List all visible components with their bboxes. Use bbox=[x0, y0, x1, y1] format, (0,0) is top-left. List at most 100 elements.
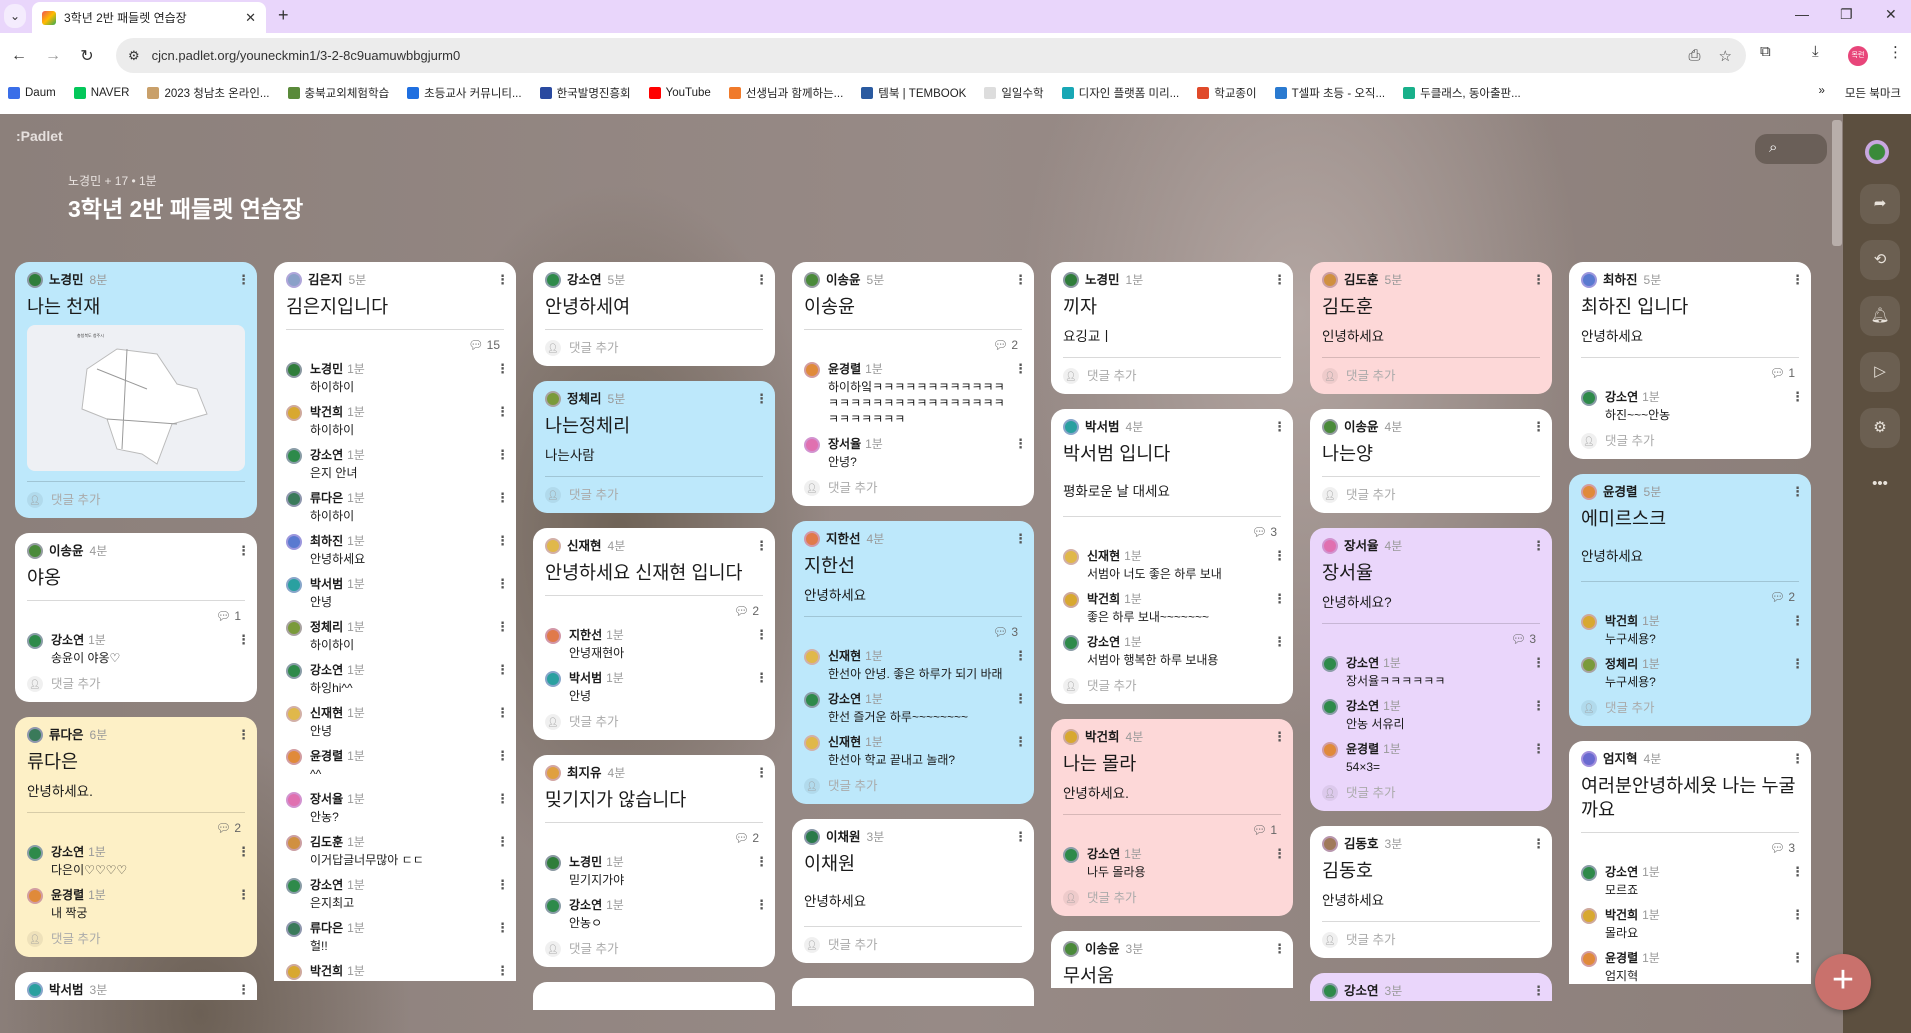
add-comment-button[interactable]: 👤︎ 댓글 추가 bbox=[1322, 368, 1540, 384]
restore-button[interactable]: ❐ bbox=[1840, 6, 1853, 23]
post-menu-icon[interactable]: ⋮ bbox=[1532, 420, 1545, 434]
bookmark-item[interactable]: 초등교사 커뮤니티... bbox=[407, 85, 522, 101]
comment-menu-icon[interactable]: ⋮ bbox=[496, 792, 509, 825]
comment-menu-icon[interactable]: ⋮ bbox=[1273, 592, 1286, 625]
comment-menu-icon[interactable]: ⋮ bbox=[496, 663, 509, 696]
comment-menu-icon[interactable]: ⋮ bbox=[755, 855, 768, 888]
post-card[interactable] bbox=[792, 978, 1034, 1006]
comment-menu-icon[interactable]: ⋮ bbox=[1791, 657, 1804, 690]
post-card[interactable]: 노경민 8분 ⋮ 나는 천재 충청북도 청주시 👤︎ 댓글 추가 bbox=[15, 262, 257, 518]
add-comment-button[interactable]: 👤︎ 댓글 추가 bbox=[545, 941, 763, 957]
add-comment-button[interactable]: 👤︎ 댓글 추가 bbox=[804, 937, 1022, 953]
add-comment-button[interactable]: 👤︎ 댓글 추가 bbox=[545, 340, 763, 356]
comment-menu-icon[interactable]: ⋮ bbox=[1791, 951, 1804, 984]
post-card[interactable]: 김도훈 5분 ⋮ 김도훈 인녕하세요 👤︎ 댓글 추가 bbox=[1310, 262, 1552, 394]
post-card[interactable]: 윤경렬 5분 ⋮ 에미르스크 안녕하세요 💬︎ 2 박건희 1분 누구세용? ⋮ 정체리 1분 누구세용… bbox=[1569, 474, 1811, 726]
comment-menu-icon[interactable]: ⋮ bbox=[1532, 699, 1545, 732]
post-menu-icon[interactable]: ⋮ bbox=[1532, 984, 1545, 998]
post-menu-icon[interactable]: ⋮ bbox=[1532, 273, 1545, 287]
comment-menu-icon[interactable]: ⋮ bbox=[496, 362, 509, 395]
post-image[interactable]: 충청북도 청주시 bbox=[27, 325, 245, 471]
bookmark-item[interactable]: NAVER bbox=[73, 86, 129, 99]
scrollbar[interactable] bbox=[1832, 120, 1842, 246]
post-card[interactable]: 노경민 1분 ⋮ 끼자 요깅교ㅣ 👤︎ 댓글 추가 bbox=[1051, 262, 1293, 394]
forward-button[interactable]: → bbox=[38, 47, 68, 65]
comment-menu-icon[interactable]: ⋮ bbox=[496, 749, 509, 782]
comment-menu-icon[interactable]: ⋮ bbox=[496, 534, 509, 567]
post-menu-icon[interactable]: ⋮ bbox=[1014, 273, 1027, 287]
comment-menu-icon[interactable]: ⋮ bbox=[1273, 549, 1286, 582]
search-button[interactable]: ⌕ bbox=[1755, 134, 1827, 164]
comment-menu-icon[interactable]: ⋮ bbox=[1014, 362, 1027, 427]
comment-menu-icon[interactable]: ⋮ bbox=[237, 845, 250, 878]
post-card[interactable]: 류다은 6분 ⋮ 류다은 안녕하세요. 💬︎ 2 강소연 1분 다은이♡♡♡♡ ⋮ 윤경렬 1분 내 짝… bbox=[15, 717, 257, 957]
comment-menu-icon[interactable]: ⋮ bbox=[1532, 656, 1545, 689]
bookmark-item[interactable]: 두클래스, 동아출판... bbox=[1403, 85, 1521, 101]
post-card[interactable]: 최지유 4분 ⋮ 밎기지가 않습니다 💬︎ 2 노경민 1분 믿기지가야 ⋮ 강소연 1분 안농ㅇ ⋮ 👤… bbox=[533, 755, 775, 967]
comment-menu-icon[interactable]: ⋮ bbox=[1791, 908, 1804, 941]
tab-close-icon[interactable]: ✕ bbox=[245, 10, 256, 26]
post-card[interactable]: 신재현 4분 ⋮ 안녕하세요 신재현 입니다 💬︎ 2 지한선 1분 안녕재현아 ⋮ 박서범 1분 안… bbox=[533, 528, 775, 740]
profile-avatar[interactable]: 목련 bbox=[1848, 46, 1868, 66]
extensions-icon[interactable]: ⧉ bbox=[1760, 43, 1771, 60]
comment-menu-icon[interactable]: ⋮ bbox=[1014, 735, 1027, 768]
post-menu-icon[interactable]: ⋮ bbox=[1014, 830, 1027, 844]
close-window-button[interactable]: ✕ bbox=[1885, 6, 1897, 23]
post-menu-icon[interactable]: ⋮ bbox=[1014, 532, 1027, 546]
add-comment-button[interactable]: 👤︎ 댓글 추가 bbox=[27, 931, 245, 947]
share-button[interactable]: ➦ bbox=[1860, 184, 1900, 224]
site-info-icon[interactable]: ⚙ bbox=[128, 48, 140, 64]
comment-menu-icon[interactable]: ⋮ bbox=[1791, 865, 1804, 898]
reload-button[interactable]: ↻ bbox=[72, 46, 102, 66]
comment-menu-icon[interactable]: ⋮ bbox=[1532, 742, 1545, 775]
post-menu-icon[interactable]: ⋮ bbox=[237, 273, 250, 287]
user-avatar[interactable] bbox=[1865, 140, 1889, 164]
add-comment-button[interactable]: 👤︎ 댓글 추가 bbox=[1063, 890, 1281, 906]
post-card[interactable]: 이채원 3분 ⋮ 이채원 안녕하세요 👤︎ 댓글 추가 bbox=[792, 819, 1034, 963]
comment-menu-icon[interactable]: ⋮ bbox=[1014, 649, 1027, 682]
post-card[interactable]: 이송윤 4분 ⋮ 나는양 👤︎ 댓글 추가 bbox=[1310, 409, 1552, 513]
comment-menu-icon[interactable]: ⋮ bbox=[1014, 692, 1027, 725]
bookmark-item[interactable]: 한국발명진흥회 bbox=[539, 85, 631, 101]
add-comment-button[interactable]: 👤︎ 댓글 추가 bbox=[545, 487, 763, 503]
address-bar[interactable]: ⚙ cjcn.padlet.org/youneckmin1/3-2-8c9uam… bbox=[116, 38, 1746, 73]
comment-menu-icon[interactable]: ⋮ bbox=[755, 628, 768, 661]
post-card[interactable]: 이송윤 3분 ⋮ 무서움 bbox=[1051, 931, 1293, 988]
more-button[interactable]: ••• bbox=[1860, 464, 1900, 504]
comment-menu-icon[interactable]: ⋮ bbox=[237, 633, 250, 666]
post-menu-icon[interactable]: ⋮ bbox=[1532, 539, 1545, 553]
post-card[interactable]: 박건희 4분 ⋮ 나는 몰라 안녕하세요. 💬︎ 1 강소연 1분 나두 몰라용 ⋮ 👤︎ 댓글 추가 bbox=[1051, 719, 1293, 916]
post-card[interactable]: 정체리 5분 ⋮ 나는정체리 나는사람 👤︎ 댓글 추가 bbox=[533, 381, 775, 513]
add-comment-button[interactable]: 👤︎ 댓글 추가 bbox=[27, 492, 245, 508]
bookmark-item[interactable]: 학교종이 bbox=[1197, 85, 1257, 101]
add-comment-button[interactable]: 👤︎ 댓글 추가 bbox=[1322, 785, 1540, 801]
comment-menu-icon[interactable]: ⋮ bbox=[496, 491, 509, 524]
bookmark-item[interactable]: 2023 청남초 온라인... bbox=[147, 85, 270, 101]
browser-menu-icon[interactable]: ⋮ bbox=[1888, 43, 1903, 61]
post-card[interactable]: 김은지 5분 ⋮ 김은지입니다 💬︎ 15 노경민 1분 하이하이 ⋮ 박건희 1분 하이하이 ⋮ 강소연… bbox=[274, 262, 516, 981]
notifications-button[interactable]: 🔔︎ bbox=[1860, 296, 1900, 336]
post-card[interactable] bbox=[533, 982, 775, 1010]
add-comment-button[interactable]: 👤︎ 댓글 추가 bbox=[804, 778, 1022, 794]
add-comment-button[interactable]: 👤︎ 댓글 추가 bbox=[1063, 368, 1281, 384]
post-menu-icon[interactable]: ⋮ bbox=[237, 983, 250, 997]
post-card[interactable]: 강소연 5분 ⋮ 안녕하세여 👤︎ 댓글 추가 bbox=[533, 262, 775, 366]
comment-menu-icon[interactable]: ⋮ bbox=[496, 620, 509, 653]
comment-menu-icon[interactable]: ⋮ bbox=[755, 898, 768, 931]
comment-menu-icon[interactable]: ⋮ bbox=[496, 878, 509, 911]
post-menu-icon[interactable]: ⋮ bbox=[755, 539, 768, 553]
bookmark-item[interactable]: 일일수학 bbox=[984, 85, 1044, 101]
post-menu-icon[interactable]: ⋮ bbox=[1273, 420, 1286, 434]
post-menu-icon[interactable]: ⋮ bbox=[237, 728, 250, 742]
post-card[interactable]: 김동호 3분 ⋮ 김동호 안녕하세요 👤︎ 댓글 추가 bbox=[1310, 826, 1552, 958]
post-menu-icon[interactable]: ⋮ bbox=[1532, 837, 1545, 851]
padlet-logo[interactable]: :Padlet bbox=[16, 128, 63, 144]
comment-menu-icon[interactable]: ⋮ bbox=[1791, 614, 1804, 647]
post-card[interactable]: 엄지혁 4분 ⋮ 여러분안녕하세욧 나는 누굴까요 💬︎ 3 강소연 1분 모르죠 ⋮ 박건희 1분… bbox=[1569, 741, 1811, 984]
comment-menu-icon[interactable]: ⋮ bbox=[1273, 847, 1286, 880]
comment-menu-icon[interactable]: ⋮ bbox=[496, 835, 509, 868]
add-comment-button[interactable]: 👤︎ 댓글 추가 bbox=[27, 676, 245, 692]
comment-menu-icon[interactable]: ⋮ bbox=[1273, 635, 1286, 668]
post-menu-icon[interactable]: ⋮ bbox=[1791, 752, 1804, 766]
post-menu-icon[interactable]: ⋮ bbox=[755, 766, 768, 780]
